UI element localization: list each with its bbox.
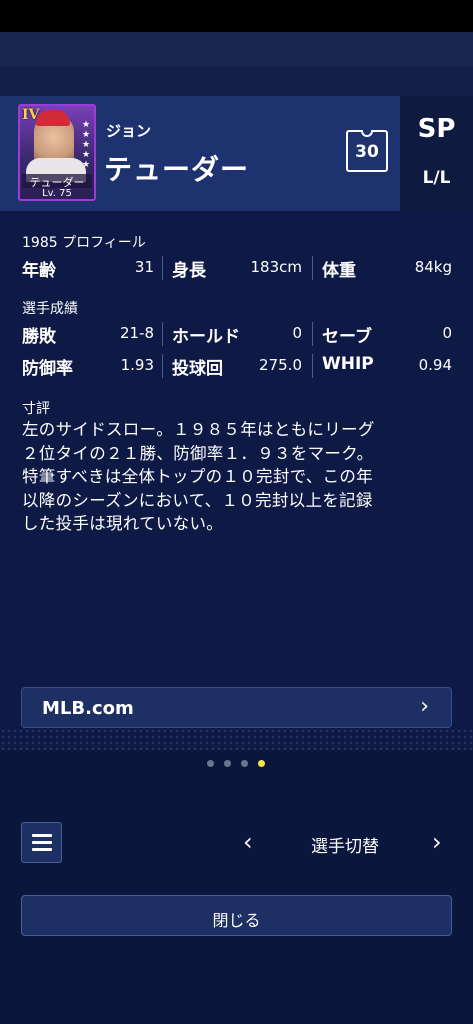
player-card[interactable]: IV ★ ★ ★ ★ ★ テューダー Lv. 75 (18, 104, 96, 201)
page-indicator (207, 760, 267, 770)
switch-player-label: 選手切替 (311, 837, 379, 857)
hold-value: 0 (292, 324, 302, 342)
whip-value: 0.94 (418, 356, 452, 374)
age-value: 31 (134, 258, 154, 276)
comment-line: 以降のシーズンにおいて、１０完封以上を記録 (22, 490, 373, 510)
stats-row-1: 勝敗 21-8 ホールド 0 セーブ 0 (22, 320, 452, 347)
height-label: 身長 (172, 261, 206, 281)
sub-band (0, 66, 473, 96)
uniform-number: 30 (355, 142, 379, 162)
page-dot[interactable] (241, 760, 248, 767)
player-first-name: ジョン (106, 122, 152, 140)
menu-icon (32, 848, 52, 851)
chevron-right-icon: › (420, 694, 429, 719)
divider (312, 256, 313, 280)
era-cell: 防御率 1.93 (22, 352, 154, 379)
card-name: テューダー (22, 174, 92, 189)
divider (162, 354, 163, 378)
divider (312, 354, 313, 378)
star-icons: ★ ★ ★ ★ ★ (81, 120, 91, 170)
comment-text: 左のサイドスロー。１９８５年はともにリーグ ２位タイの２１勝、防御率１．９３をマ… (22, 418, 452, 536)
menu-button[interactable] (21, 822, 62, 863)
comment-title: 寸評 (22, 401, 50, 417)
innings-label: 投球回 (172, 359, 223, 379)
comment-line: 特筆すべきは全体トップの１０完封で、この年 (22, 467, 373, 486)
age-cell: 年齢 31 (22, 254, 154, 281)
profile-title: 1985 プロフィール (22, 235, 146, 251)
menu-icon (32, 841, 52, 844)
stats-row-2: 防御率 1.93 投球回 275.0 WHIP 0.94 (22, 352, 452, 379)
page-dot[interactable] (207, 760, 214, 767)
close-button[interactable]: 閉じる (21, 895, 452, 936)
whip-label: WHIP (322, 354, 374, 374)
player-last-name: テューダー (104, 153, 250, 186)
win-loss-cell: 勝敗 21-8 (22, 320, 154, 347)
save-cell: セーブ 0 (322, 320, 452, 347)
save-label: セーブ (322, 327, 372, 347)
comment-line: ２位タイの２１勝、防御率１．９３をマーク。 (22, 443, 374, 463)
era-value: 1.93 (120, 356, 154, 374)
dot-pattern (0, 728, 473, 750)
win-loss-value: 21-8 (119, 324, 154, 342)
mlb-link-button[interactable]: MLB.com › (21, 687, 452, 728)
player-cap (36, 110, 70, 126)
page-dot[interactable] (224, 760, 231, 767)
weight-label: 体重 (322, 261, 356, 281)
divider (312, 322, 313, 346)
innings-cell: 投球回 275.0 (172, 352, 302, 379)
page-dot-active[interactable] (258, 760, 265, 767)
whip-cell: WHIP 0.94 (322, 352, 452, 378)
divider (162, 256, 163, 280)
mlb-link-label: MLB.com (42, 698, 134, 719)
next-player-button[interactable]: › (432, 828, 442, 856)
prev-player-button[interactable]: ‹ (243, 828, 253, 856)
menu-icon (32, 834, 52, 837)
card-level: Lv. 75 (42, 188, 72, 199)
save-value: 0 (442, 324, 452, 342)
card-rank: IV (22, 107, 40, 123)
era-label: 防御率 (22, 359, 73, 379)
innings-value: 275.0 (259, 356, 302, 374)
position-panel: SP L/L (400, 96, 473, 211)
comment-line: 左のサイドスロー。１９８５年はともにリーグ (22, 420, 375, 439)
hold-cell: ホールド 0 (172, 320, 302, 347)
weight-cell: 体重 84kg (322, 254, 452, 281)
comment-line: した投手は現れていない。 (22, 514, 224, 533)
divider (162, 322, 163, 346)
age-label: 年齢 (22, 261, 56, 281)
uniform-number-icon: 30 (346, 130, 388, 172)
profile-row: 年齢 31 身長 183cm 体重 84kg (22, 254, 452, 281)
weight-value: 84kg (414, 258, 452, 276)
stats-title: 選手成績 (22, 301, 78, 317)
height-value: 183cm (250, 258, 303, 276)
close-label: 閉じる (212, 911, 261, 930)
player-handedness: L/L (422, 168, 451, 188)
status-bar (0, 0, 473, 32)
uniform-collar (361, 130, 373, 137)
player-header: IV ★ ★ ★ ★ ★ テューダー Lv. 75 ジョン テューダー 30 SP L/… (0, 96, 473, 211)
player-position: SP (417, 114, 456, 144)
footer (0, 750, 473, 1024)
win-loss-label: 勝敗 (22, 327, 56, 347)
hold-label: ホールド (172, 327, 240, 347)
height-cell: 身長 183cm (172, 254, 303, 281)
top-band (0, 32, 473, 66)
